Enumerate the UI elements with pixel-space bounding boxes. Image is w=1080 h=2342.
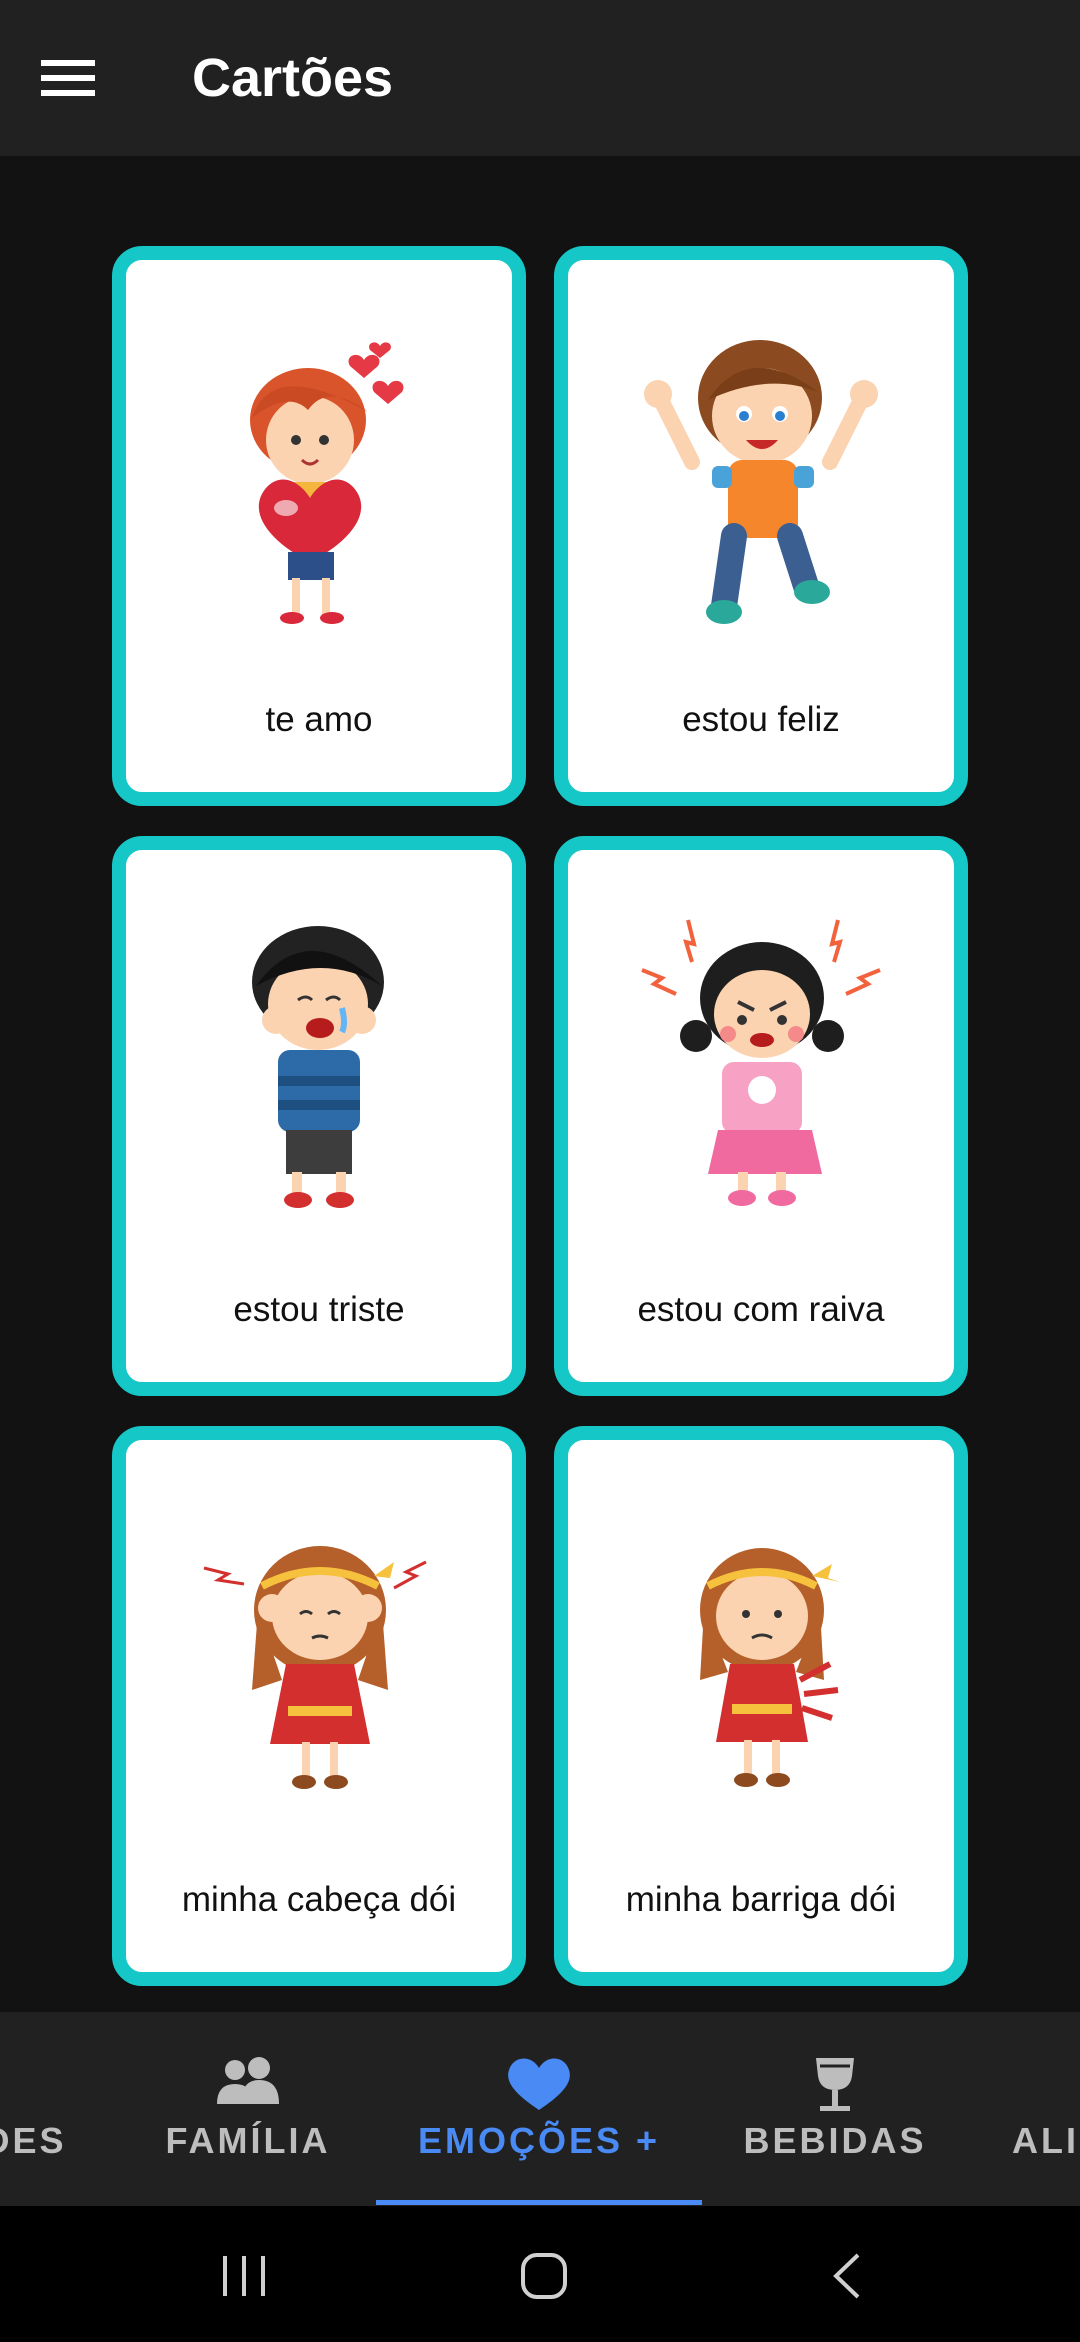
card-estou-feliz[interactable]: estou feliz (554, 246, 968, 806)
boy-holding-heart-image (250, 342, 404, 624)
recent-apps-button[interactable] (204, 2236, 284, 2316)
tab-label: BEBIDAS (743, 2120, 927, 2161)
card-label: estou com raiva (637, 1290, 885, 1329)
card-minha-cabeca-doi[interactable]: minha cabeça dói (112, 1426, 526, 1986)
girl-headache-image (203, 1546, 427, 1789)
tab-label: FAMÍLIA (165, 2120, 331, 2161)
tab-familia[interactable]: FAMÍLIA (148, 2012, 348, 2206)
hamburger-menu-icon (41, 60, 95, 96)
wine-glass-icon (816, 2058, 854, 2111)
card-label: minha barriga dói (625, 1880, 897, 1919)
back-icon (833, 2253, 860, 2299)
card-estou-triste[interactable]: estou triste (112, 836, 526, 1396)
heart-icon (508, 2058, 570, 2110)
card-minha-barriga-doi[interactable]: minha barriga dói (554, 1426, 968, 1986)
tab-partial-right[interactable]: ALI (1000, 2012, 1080, 2206)
people-icon (217, 2057, 279, 2104)
card-label: minha cabeça dói (181, 1880, 457, 1919)
card-grid: te amo estou feliz estou triste estou co… (0, 156, 1080, 2012)
card-estou-com-raiva[interactable]: estou com raiva (554, 836, 968, 1396)
happy-boy-image (644, 340, 878, 624)
app-bar: Cartões (0, 0, 1080, 156)
tab-partial-left[interactable]: DES (0, 2012, 90, 2206)
home-icon (521, 2253, 567, 2299)
page-title: Cartões (192, 48, 394, 108)
home-button[interactable] (504, 2236, 584, 2316)
tab-label: EMOÇÕES + (417, 2120, 661, 2161)
card-label: te amo (265, 700, 373, 739)
recent-apps-icon (223, 2256, 265, 2296)
active-tab-indicator (376, 2200, 702, 2205)
bottom-tab-bar: DES FAMÍLIA EMOÇÕES + BEBIDAS ALI (0, 2012, 1080, 2206)
tab-label: DES (0, 2120, 67, 2161)
system-navigation-bar (0, 2206, 1080, 2342)
girl-stomachache-image (700, 1548, 840, 1787)
tab-label: ALI (1012, 2120, 1079, 2161)
card-label: estou feliz (682, 700, 840, 739)
tab-bebidas[interactable]: BEBIDAS (730, 2012, 940, 2206)
card-te-amo[interactable]: te amo (112, 246, 526, 806)
back-button[interactable] (808, 2236, 888, 2316)
menu-button[interactable] (36, 46, 100, 110)
tab-emocoes[interactable]: EMOÇÕES + (376, 2012, 702, 2206)
angry-girl-image (641, 919, 881, 1206)
card-label: estou triste (233, 1290, 405, 1329)
crying-boy-image (252, 926, 384, 1208)
